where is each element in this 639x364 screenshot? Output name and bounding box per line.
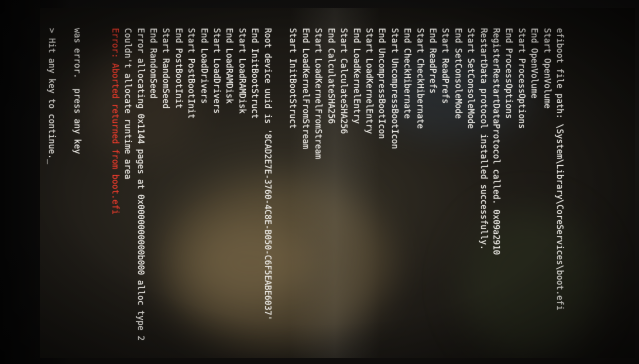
- console-line: RestartData protocol installed successfu…: [478, 28, 489, 250]
- console-line: RegisterRestartDataProtocol called. 0x09…: [491, 28, 502, 255]
- console-line: Start PostBootInit: [186, 28, 197, 119]
- console-line: Couldn't allocate runtime area: [123, 28, 134, 180]
- photo-of-monitor: efiboot file path: \System\Library\CoreS…: [0, 0, 639, 364]
- console-line: End ReadPrefs: [427, 28, 438, 94]
- console-line: End LoadRAMDisk: [224, 28, 235, 104]
- console-line: Start ReadPrefs: [440, 28, 451, 104]
- console-line: End CheckHibernate: [402, 28, 413, 119]
- console-line: End ProcessOptions: [504, 28, 515, 119]
- console-line: Start LoadRAMDisk: [237, 28, 248, 114]
- console-line: End SetConsoleMode: [453, 28, 464, 119]
- boot-console-output: efiboot file path: \System\Library\CoreS…: [47, 28, 566, 348]
- console-line: Start ProcessOptions: [516, 28, 527, 129]
- console-line: End InitBootStruct: [250, 28, 261, 119]
- console-line: Start RandomSeed: [161, 28, 172, 109]
- console-line: Start LoadKernelFromStream: [313, 28, 324, 160]
- console-line: Start CalculateSHA256: [339, 28, 350, 134]
- console-line: Start UncompressBootIcon: [389, 28, 400, 150]
- console-line: End LoadDrivers: [199, 28, 210, 104]
- console-line: End LoadKernelFromStream: [300, 28, 311, 150]
- console-error-line: Error: Aborted returned from boot.efi: [110, 28, 121, 215]
- console-line: Start OpenVolume: [542, 28, 553, 109]
- console-line: Error allocating 0x1144 pages at 0x00000…: [135, 28, 146, 341]
- console-line: Start LoadKernelEntry: [364, 28, 375, 134]
- console-line: Start SetConsoleMode: [466, 28, 477, 129]
- console-line: End PostBootInit: [173, 28, 184, 109]
- console-line: > Hit any key to continue._: [46, 28, 57, 165]
- console-line: efiboot file path: \System\Library\CoreS…: [555, 28, 565, 311]
- console-line: End UncompressBootIcon: [377, 28, 388, 139]
- console-line: End OpenVolume: [529, 28, 540, 99]
- console-line: was error. press any key: [72, 28, 83, 155]
- console-cursor: _: [46, 159, 57, 165]
- console-line: Start LoadDrivers: [212, 28, 223, 114]
- console-line: Start InitBootStruct: [288, 28, 299, 129]
- console-line: End CalculateSHA256: [326, 28, 337, 124]
- console-line: End LoadKernelEntry: [351, 28, 362, 124]
- console-line: Root device uuid is '8CAD2E7E-3760-4C8E-…: [262, 28, 273, 321]
- console-line: Start CheckHibernate: [415, 28, 426, 129]
- console-line: End RandomSeed: [148, 28, 159, 99]
